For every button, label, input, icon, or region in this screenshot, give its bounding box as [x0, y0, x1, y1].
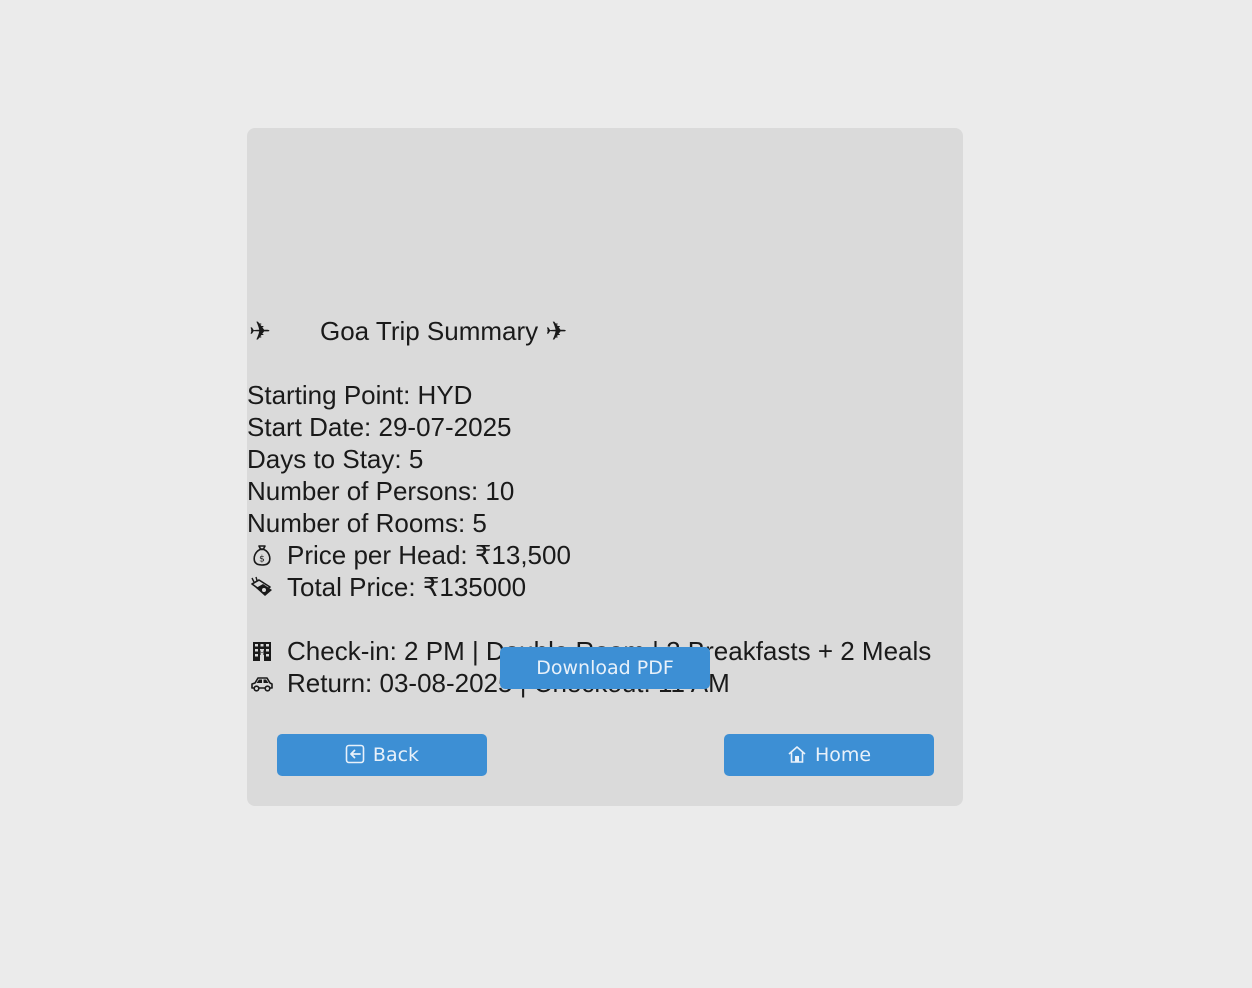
start-date: Start Date: 29-07-2025 — [247, 412, 512, 442]
airplane-icon: ✈ — [249, 316, 271, 346]
download-pdf-button[interactable]: Download PDF — [500, 647, 710, 689]
number-of-persons: Number of Persons: 10 — [247, 476, 515, 506]
price-per-head: Price per Head: ₹13,500 — [287, 540, 571, 570]
home-label: Home — [814, 744, 872, 766]
money-wings-icon — [250, 575, 274, 599]
trip-summary: ✈ Goa Trip Summary ✈ Starting Point: HYD… — [247, 315, 963, 699]
number-of-rooms: Number of Rooms: 5 — [247, 508, 487, 538]
trip-summary-card: ✈ Goa Trip Summary ✈ Starting Point: HYD… — [247, 128, 963, 806]
summary-title-row: ✈ Goa Trip Summary ✈ — [247, 315, 963, 347]
total-price-row: Total Price: ₹135000 — [247, 571, 963, 603]
total-price: Total Price: ₹135000 — [287, 572, 527, 602]
back-label: Back — [372, 744, 420, 766]
car-icon — [250, 671, 274, 695]
back-arrow-icon — [345, 744, 365, 764]
hotel-icon: H — [250, 639, 274, 663]
summary-title: Goa Trip Summary ✈ — [320, 316, 568, 346]
svg-text:$: $ — [259, 555, 265, 565]
price-per-head-row: $ Price per Head: ₹13,500 — [247, 539, 963, 571]
home-button[interactable]: Home — [724, 734, 934, 776]
download-pdf-label: Download PDF — [536, 657, 674, 679]
starting-point: Starting Point: HYD — [247, 380, 473, 410]
money-bag-icon: $ — [250, 543, 274, 567]
days-to-stay: Days to Stay: 5 — [247, 444, 424, 474]
svg-text:H: H — [260, 650, 265, 657]
back-button[interactable]: Back — [277, 734, 487, 776]
house-icon — [787, 744, 807, 764]
